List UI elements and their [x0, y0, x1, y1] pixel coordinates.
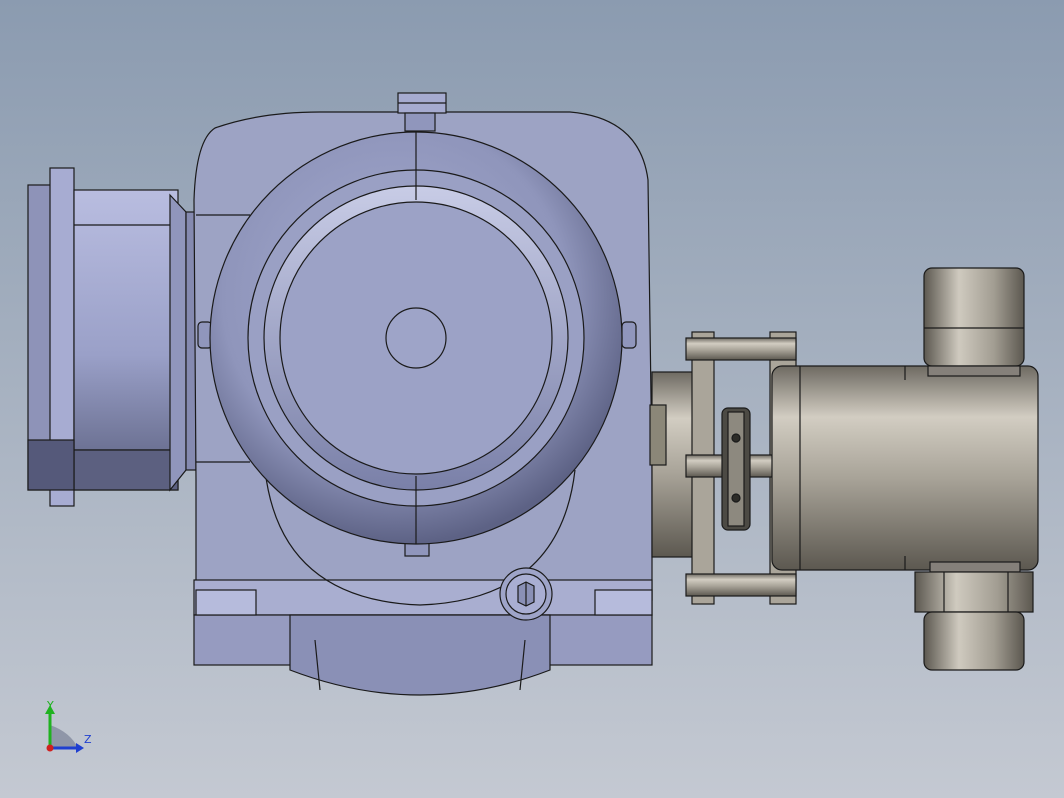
shaft-coupling[interactable] — [721, 407, 751, 531]
right-pin — [621, 321, 637, 349]
triad-z-label: Z — [84, 733, 92, 746]
bottom-pipe-fitting[interactable] — [914, 561, 1034, 671]
cad-graphics-viewport[interactable]: Y Z — [0, 0, 1064, 798]
drain-plug[interactable] — [499, 567, 553, 621]
model-canvas[interactable] — [0, 0, 1064, 798]
dome-cover[interactable] — [209, 131, 623, 545]
left-flange[interactable] — [27, 167, 197, 507]
triad-y-label: Y — [47, 699, 54, 712]
top-pipe-fitting[interactable] — [923, 267, 1025, 377]
